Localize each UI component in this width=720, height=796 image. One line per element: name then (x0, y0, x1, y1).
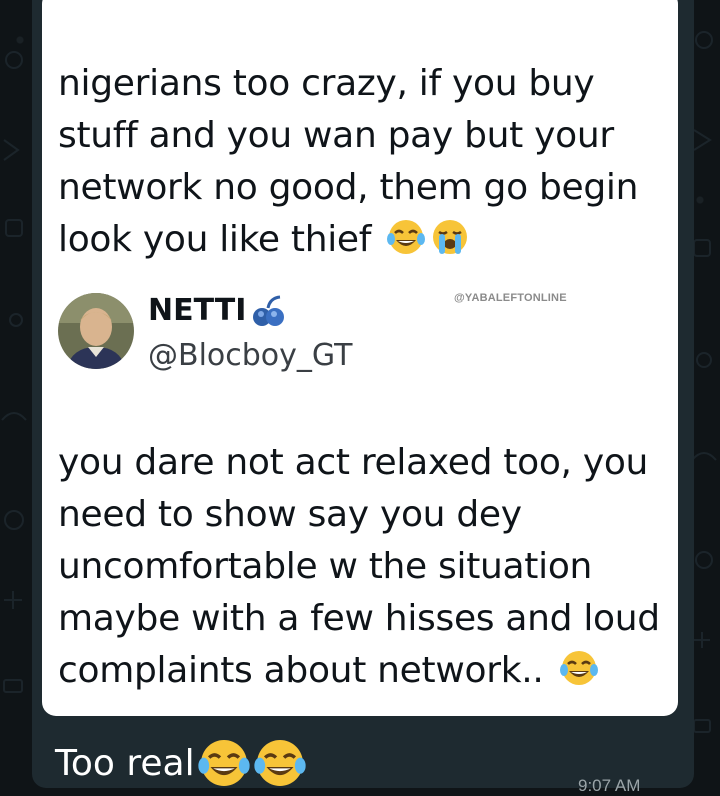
message-caption-text: Too real (55, 742, 195, 784)
watermark-text: @YABALEFTONLINE (454, 292, 567, 304)
quoted-tweet-text: nigerians too crazy, if you buy stuff an… (58, 58, 670, 266)
message-timestamp: 9:07 AM (578, 776, 641, 795)
author-handle: @Blocboy_GT (148, 338, 353, 373)
tweet-screenshot-image[interactable]: nigerians too crazy, if you buy stuff an… (42, 0, 678, 716)
message-caption: Too real (55, 736, 307, 790)
author-display-name: NETTI (148, 293, 247, 328)
tears-of-joy-emoji-icon (253, 740, 306, 786)
author-avatar-image (58, 293, 134, 369)
tears-of-joy-emoji-icon (387, 220, 426, 254)
chat-doodle-pattern-right (691, 31, 717, 733)
reply-tweet-text: you dare not act relaxed too, you need t… (58, 437, 670, 697)
tears-of-joy-emoji-icon (559, 651, 598, 685)
loudly-crying-emoji-icon (433, 220, 468, 254)
quoted-tweet-body: nigerians too crazy, if you buy stuff an… (58, 63, 639, 260)
author-avatar[interactable] (58, 293, 134, 369)
tears-of-joy-emoji-icon (197, 740, 250, 786)
blue-balls-emoji-icon (253, 295, 284, 326)
